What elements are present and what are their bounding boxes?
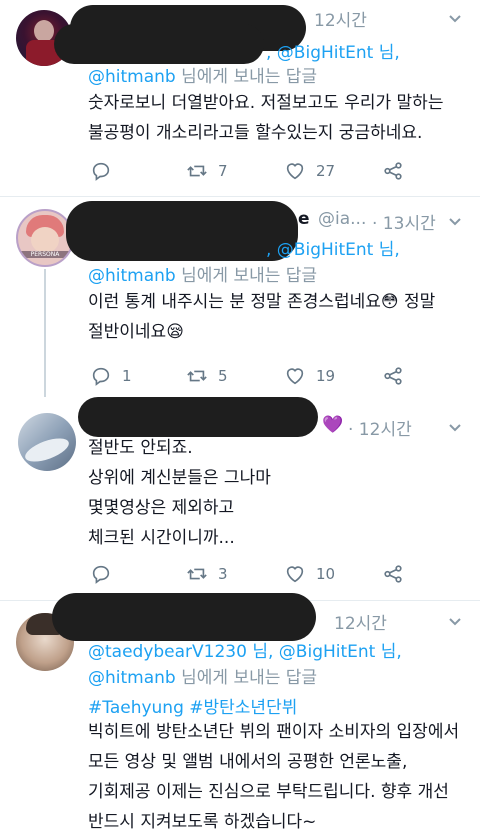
mention-link[interactable]: @hitmanb <box>88 668 176 688</box>
tweet-actions: 1 5 19 <box>0 365 480 389</box>
tweet-actions: 3 10 <box>0 563 480 587</box>
reply-icon <box>92 565 110 584</box>
redacted-mentions <box>54 24 264 64</box>
like-button[interactable]: 10 <box>284 563 335 585</box>
reply-icon <box>92 367 110 386</box>
chevron-down-icon[interactable] <box>448 615 462 629</box>
like-button[interactable]: 19 <box>284 365 335 387</box>
user-name-emoji: 💜 <box>322 415 344 435</box>
tweet-time: 12시간 <box>334 614 387 634</box>
tweet-time: 12시간 <box>314 11 367 31</box>
hashtags[interactable]: #Taehyung #방탄소년단뷔 <box>88 693 297 718</box>
avatar[interactable] <box>18 413 76 471</box>
tweet-text: 절반도 안되죠. 상위에 계신분들은 그나마 몇몇영상은 제외하고 체크된 시간… <box>88 438 271 548</box>
reply-icon <box>92 162 110 181</box>
retweet-button[interactable]: 5 <box>186 365 228 387</box>
user-handle[interactable]: @ia... <box>318 209 366 229</box>
tweet-text: 이런 통계 내주시는 분 정말 존경스럽네요😳 정말 절반이네요😪 <box>88 292 436 342</box>
chevron-down-icon[interactable] <box>448 421 462 435</box>
share-icon <box>384 367 402 385</box>
tweet-1[interactable]: 12시간 , @BigHitEnt 님, @hitmanb 님에게 보내는 답글… <box>0 0 480 196</box>
tweet-actions: 7 27 <box>0 160 480 184</box>
tweet-4[interactable]: 12시간 @taedybearV1230 님, @BigHitEnt 님, @h… <box>0 593 480 832</box>
redacted-name <box>66 201 298 261</box>
chevron-down-icon[interactable] <box>448 12 462 26</box>
retweet-icon <box>187 370 207 382</box>
tweet-3[interactable]: 💜 · 12시간 절반도 안되죠. 상위에 계신분들은 그나마 몇몇영상은 제외… <box>0 397 480 599</box>
mention-link[interactable]: @hitmanb <box>88 266 176 286</box>
heart-icon <box>286 368 304 385</box>
reply-button[interactable] <box>90 160 122 182</box>
tweet-2[interactable]: PERSONA e @ia... · 13시간 , @BigHitEnt 님, … <box>0 197 480 397</box>
retweet-button[interactable]: 3 <box>186 563 228 585</box>
retweet-button[interactable]: 7 <box>186 160 228 182</box>
user-name[interactable]: e <box>298 209 310 229</box>
reply-mentions[interactable]: , @BigHitEnt 님, <box>266 38 400 63</box>
retweet-icon <box>187 165 207 177</box>
share-icon <box>384 162 402 180</box>
reply-line: @hitmanb 님에게 보내는 답글 <box>88 67 318 87</box>
share-button[interactable] <box>382 365 404 387</box>
reply-line: @hitmanb 님에게 보내는 답글 <box>88 668 318 688</box>
tweet-time: · 12시간 <box>348 420 412 440</box>
share-button[interactable] <box>382 160 404 182</box>
tweet-text: 숫자로보니 더열받아요. 저절보고도 우리가 말하는 불공평이 개소리라고들 할… <box>88 93 444 143</box>
mention-link[interactable]: @taedybearV1230 <box>88 642 247 662</box>
like-button[interactable]: 27 <box>284 160 335 182</box>
retweet-icon <box>187 568 207 580</box>
redacted-name <box>52 593 316 641</box>
tweet-time: · 13시간 <box>372 214 436 234</box>
redacted-name <box>78 397 318 437</box>
share-button[interactable] <box>382 563 404 585</box>
chevron-down-icon[interactable] <box>448 215 462 229</box>
heart-icon <box>286 566 304 583</box>
reply-button[interactable] <box>90 563 122 585</box>
tweet-text: 빅히트에 방탄소년단 뷔의 팬이자 소비자의 입장에서 모든 영상 및 앨범 내… <box>88 722 460 832</box>
avatar-label: PERSONA <box>18 251 72 258</box>
reply-line: @hitmanb 님에게 보내는 답글 <box>88 266 318 286</box>
share-icon <box>384 565 402 583</box>
reply-button[interactable]: 1 <box>90 365 132 387</box>
reply-line: @taedybearV1230 님, @BigHitEnt 님, <box>88 642 402 662</box>
mention-link[interactable]: @hitmanb <box>88 67 176 87</box>
reply-mentions[interactable]: , @BigHitEnt 님, <box>266 235 400 260</box>
heart-icon <box>286 163 304 180</box>
